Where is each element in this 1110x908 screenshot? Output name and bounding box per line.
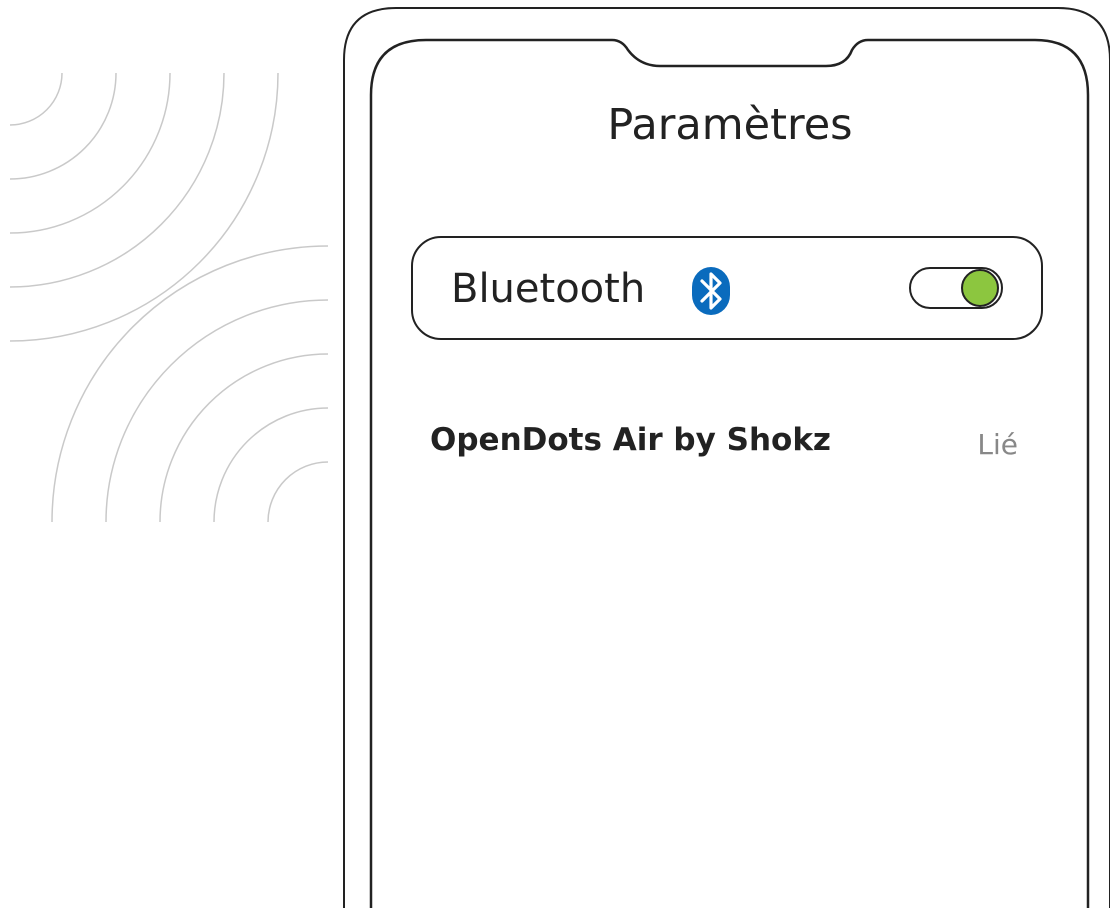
- toggle-knob: [961, 269, 999, 307]
- bluetooth-setting-row[interactable]: Bluetooth: [411, 236, 1043, 340]
- device-status: Lié: [977, 428, 1018, 461]
- bluetooth-toggle[interactable]: [909, 267, 1003, 309]
- bluetooth-label: Bluetooth: [451, 266, 646, 312]
- device-list-item[interactable]: OpenDots Air by Shokz Lié: [430, 420, 1030, 470]
- page-title: Paramètres: [607, 100, 853, 150]
- bluetooth-icon: [692, 267, 730, 315]
- device-name: OpenDots Air by Shokz: [430, 422, 831, 458]
